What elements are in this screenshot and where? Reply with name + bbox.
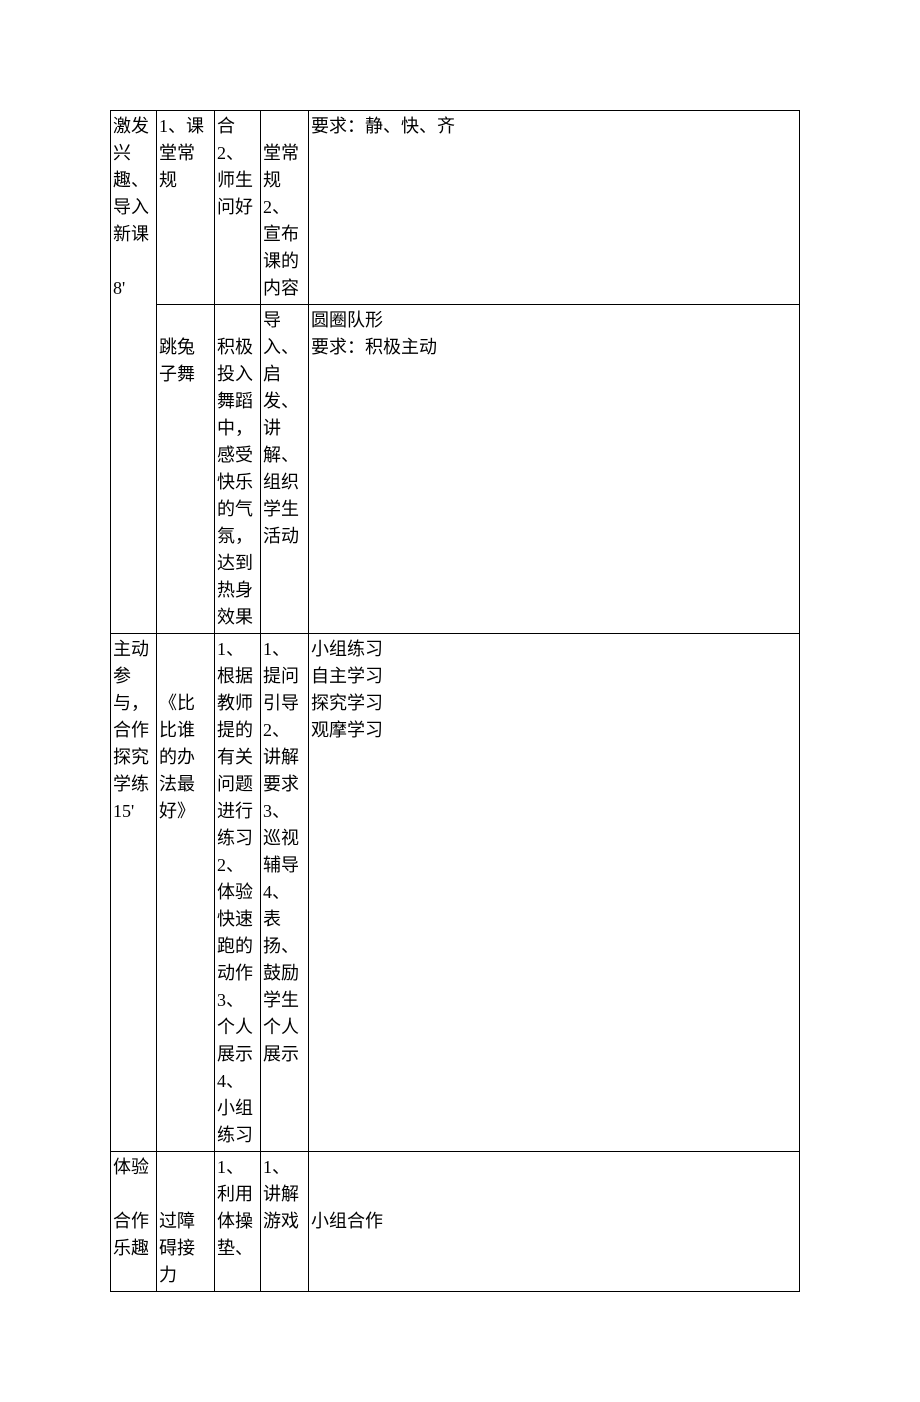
cell-student: 合2、师生问好 xyxy=(215,111,261,305)
cell-student: 1、根据教师提的有关问题进行练习2、体验快速跑的动作3、个人展示4、小组练习 xyxy=(215,634,261,1152)
table-row: 跳兔子舞 积极投入舞蹈中，感受快乐的气氛，达到热身效果 导入、启发、讲解、组织学… xyxy=(111,305,800,634)
cell-teacher: 导入、启发、讲解、组织学生活动 xyxy=(261,305,309,634)
cell-org: 圆圈队形要求：积极主动 xyxy=(309,305,800,634)
cell-content: 跳兔子舞 xyxy=(157,305,215,634)
document-page: 激发兴趣、导入新课8' 1、课堂常规 合2、师生问好 堂常规2、宣布课的内容 要… xyxy=(0,0,920,1402)
cell-phase: 激发兴趣、导入新课8' xyxy=(111,111,157,634)
table-row: 主动参与，合作探究学练15' 《比比谁的办法最好》 1、根据教师提的有关问题进行… xyxy=(111,634,800,1152)
cell-student: 积极投入舞蹈中，感受快乐的气氛，达到热身效果 xyxy=(215,305,261,634)
cell-teacher: 1、提问引导2、讲解要求3、巡视辅导4、表扬、鼓励学生个人展示 xyxy=(261,634,309,1152)
lesson-plan-table: 激发兴趣、导入新课8' 1、课堂常规 合2、师生问好 堂常规2、宣布课的内容 要… xyxy=(110,110,800,1292)
cell-content: 1、课堂常规 xyxy=(157,111,215,305)
cell-teacher: 1、讲解游戏 xyxy=(261,1152,309,1292)
table-row: 体验合作乐趣 过障碍接力 1、利用体操垫、 1、讲解游戏 小组合作 xyxy=(111,1152,800,1292)
cell-phase: 主动参与，合作探究学练15' xyxy=(111,634,157,1152)
cell-content: 过障碍接力 xyxy=(157,1152,215,1292)
cell-org: 小组练习自主学习探究学习观摩学习 xyxy=(309,634,800,1152)
table-row: 激发兴趣、导入新课8' 1、课堂常规 合2、师生问好 堂常规2、宣布课的内容 要… xyxy=(111,111,800,305)
cell-org: 小组合作 xyxy=(309,1152,800,1292)
cell-teacher: 堂常规2、宣布课的内容 xyxy=(261,111,309,305)
cell-phase: 体验合作乐趣 xyxy=(111,1152,157,1292)
cell-student: 1、利用体操垫、 xyxy=(215,1152,261,1292)
cell-org: 要求：静、快、齐 xyxy=(309,111,800,305)
cell-content: 《比比谁的办法最好》 xyxy=(157,634,215,1152)
